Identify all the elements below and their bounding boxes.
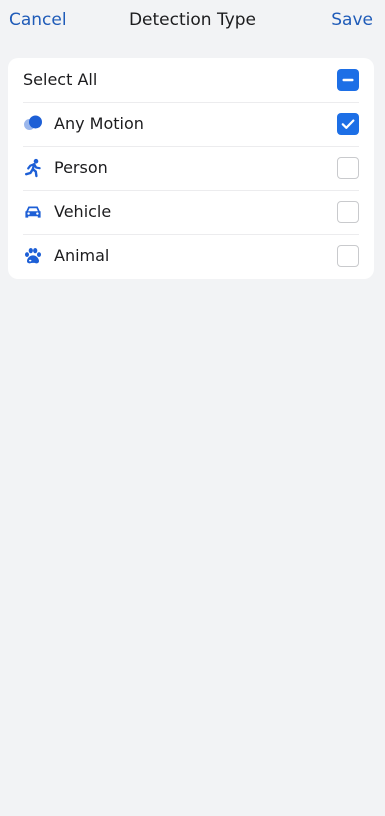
navigation-bar: Cancel Detection Type Save xyxy=(0,0,385,42)
person-row[interactable]: Person xyxy=(8,146,374,190)
select-all-checkbox[interactable] xyxy=(337,69,359,91)
any-motion-row[interactable]: Any Motion xyxy=(8,102,374,146)
vehicle-row[interactable]: Vehicle xyxy=(8,190,374,234)
person-checkbox[interactable] xyxy=(337,157,359,179)
save-button[interactable]: Save xyxy=(331,10,373,30)
animal-row[interactable]: Animal xyxy=(8,234,374,278)
checkmark-icon xyxy=(341,119,355,129)
any-motion-label: Any Motion xyxy=(54,114,144,133)
animal-checkbox[interactable] xyxy=(337,245,359,267)
minus-icon xyxy=(342,78,354,82)
car-icon xyxy=(23,202,43,222)
vehicle-label: Vehicle xyxy=(54,202,112,221)
page-title: Detection Type xyxy=(128,10,257,30)
any-motion-checkbox[interactable] xyxy=(337,113,359,135)
paw-icon xyxy=(23,246,43,266)
animal-label: Animal xyxy=(54,246,110,265)
person-label: Person xyxy=(54,158,108,177)
motion-icon xyxy=(23,114,43,134)
select-all-row[interactable]: Select All xyxy=(8,58,374,102)
select-all-label: Select All xyxy=(23,70,98,89)
person-running-icon xyxy=(23,158,43,178)
detection-type-list: Select All Any Motion Person Vehicle Ani… xyxy=(8,58,374,279)
vehicle-checkbox[interactable] xyxy=(337,201,359,223)
